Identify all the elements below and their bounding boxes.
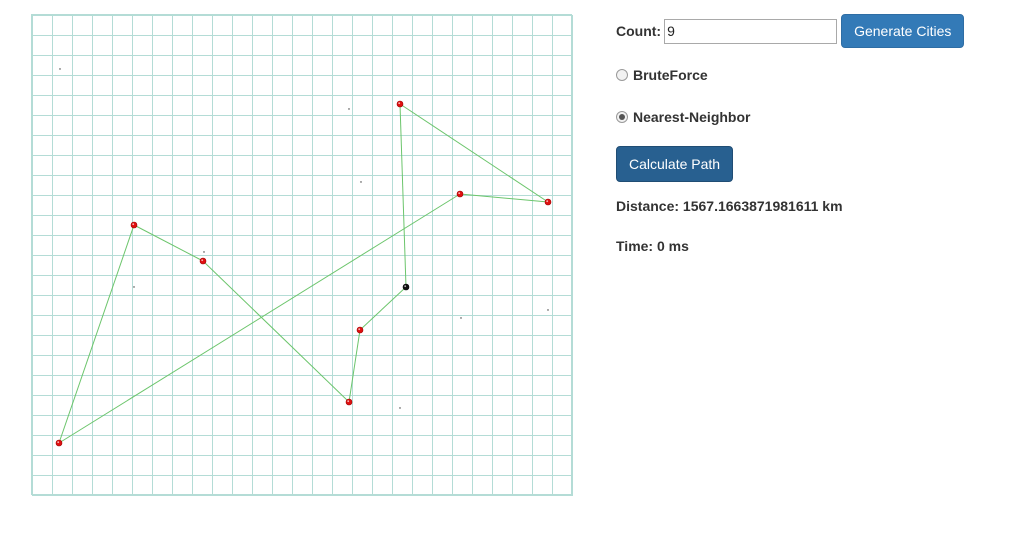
algorithm-option-bruteforce[interactable]: BruteForce [616,67,708,83]
city-highlight [347,400,350,403]
city-marker [130,221,138,229]
path-segment [58,224,135,444]
bruteforce-label: BruteForce [633,67,708,83]
algorithm-option-nearest-neighbor[interactable]: Nearest-Neighbor [616,109,750,125]
calculate-path-button[interactable]: Calculate Path [616,146,733,182]
path-segment [399,103,549,203]
map-speck [348,108,350,110]
count-input[interactable] [664,18,838,44]
count-label: Count: [616,23,662,39]
map-svg [32,15,573,496]
time-label: Time: [616,238,654,254]
city-highlight [458,192,461,195]
city-highlight [546,200,549,203]
distance-unit: km [822,198,843,214]
path-segment [58,193,461,444]
path-segment [202,260,350,403]
distance-label: Distance: [616,198,680,214]
distance-value: 1567.1663871981611 [682,198,819,214]
map-speck [360,181,362,183]
map-speck [547,309,549,311]
time-value: 0 [656,238,665,254]
map-speck [133,286,135,288]
city-highlight [358,328,361,331]
city-marker [356,326,364,334]
city-highlight [404,285,407,288]
city-highlight [201,259,204,262]
city-marker [199,257,207,265]
city-highlight [398,102,401,105]
city-marker [345,398,353,406]
map-speck [399,407,401,409]
map-speck [59,68,61,70]
city-marker [456,190,464,198]
bruteforce-radio[interactable] [616,69,628,81]
map-speck [203,251,205,253]
map-speck [460,317,462,319]
distance-readout: Distance: 1567.1663871981611 km [616,198,843,214]
path-segment [359,286,407,331]
map-canvas[interactable] [31,14,573,496]
time-readout: Time: 0 ms [616,238,689,254]
city-marker [55,439,63,447]
count-row: Count: Generate Cities [616,14,965,48]
nearest-neighbor-label: Nearest-Neighbor [633,109,751,125]
nearest-neighbor-radio[interactable] [616,111,628,123]
time-unit: ms [668,238,689,254]
city-marker [396,100,404,108]
generate-cities-button[interactable]: Generate Cities [841,14,965,48]
path-segment [348,329,361,403]
city-highlight [57,441,60,444]
start-city-marker [402,283,410,291]
city-marker [544,198,552,206]
city-highlight [132,223,135,226]
